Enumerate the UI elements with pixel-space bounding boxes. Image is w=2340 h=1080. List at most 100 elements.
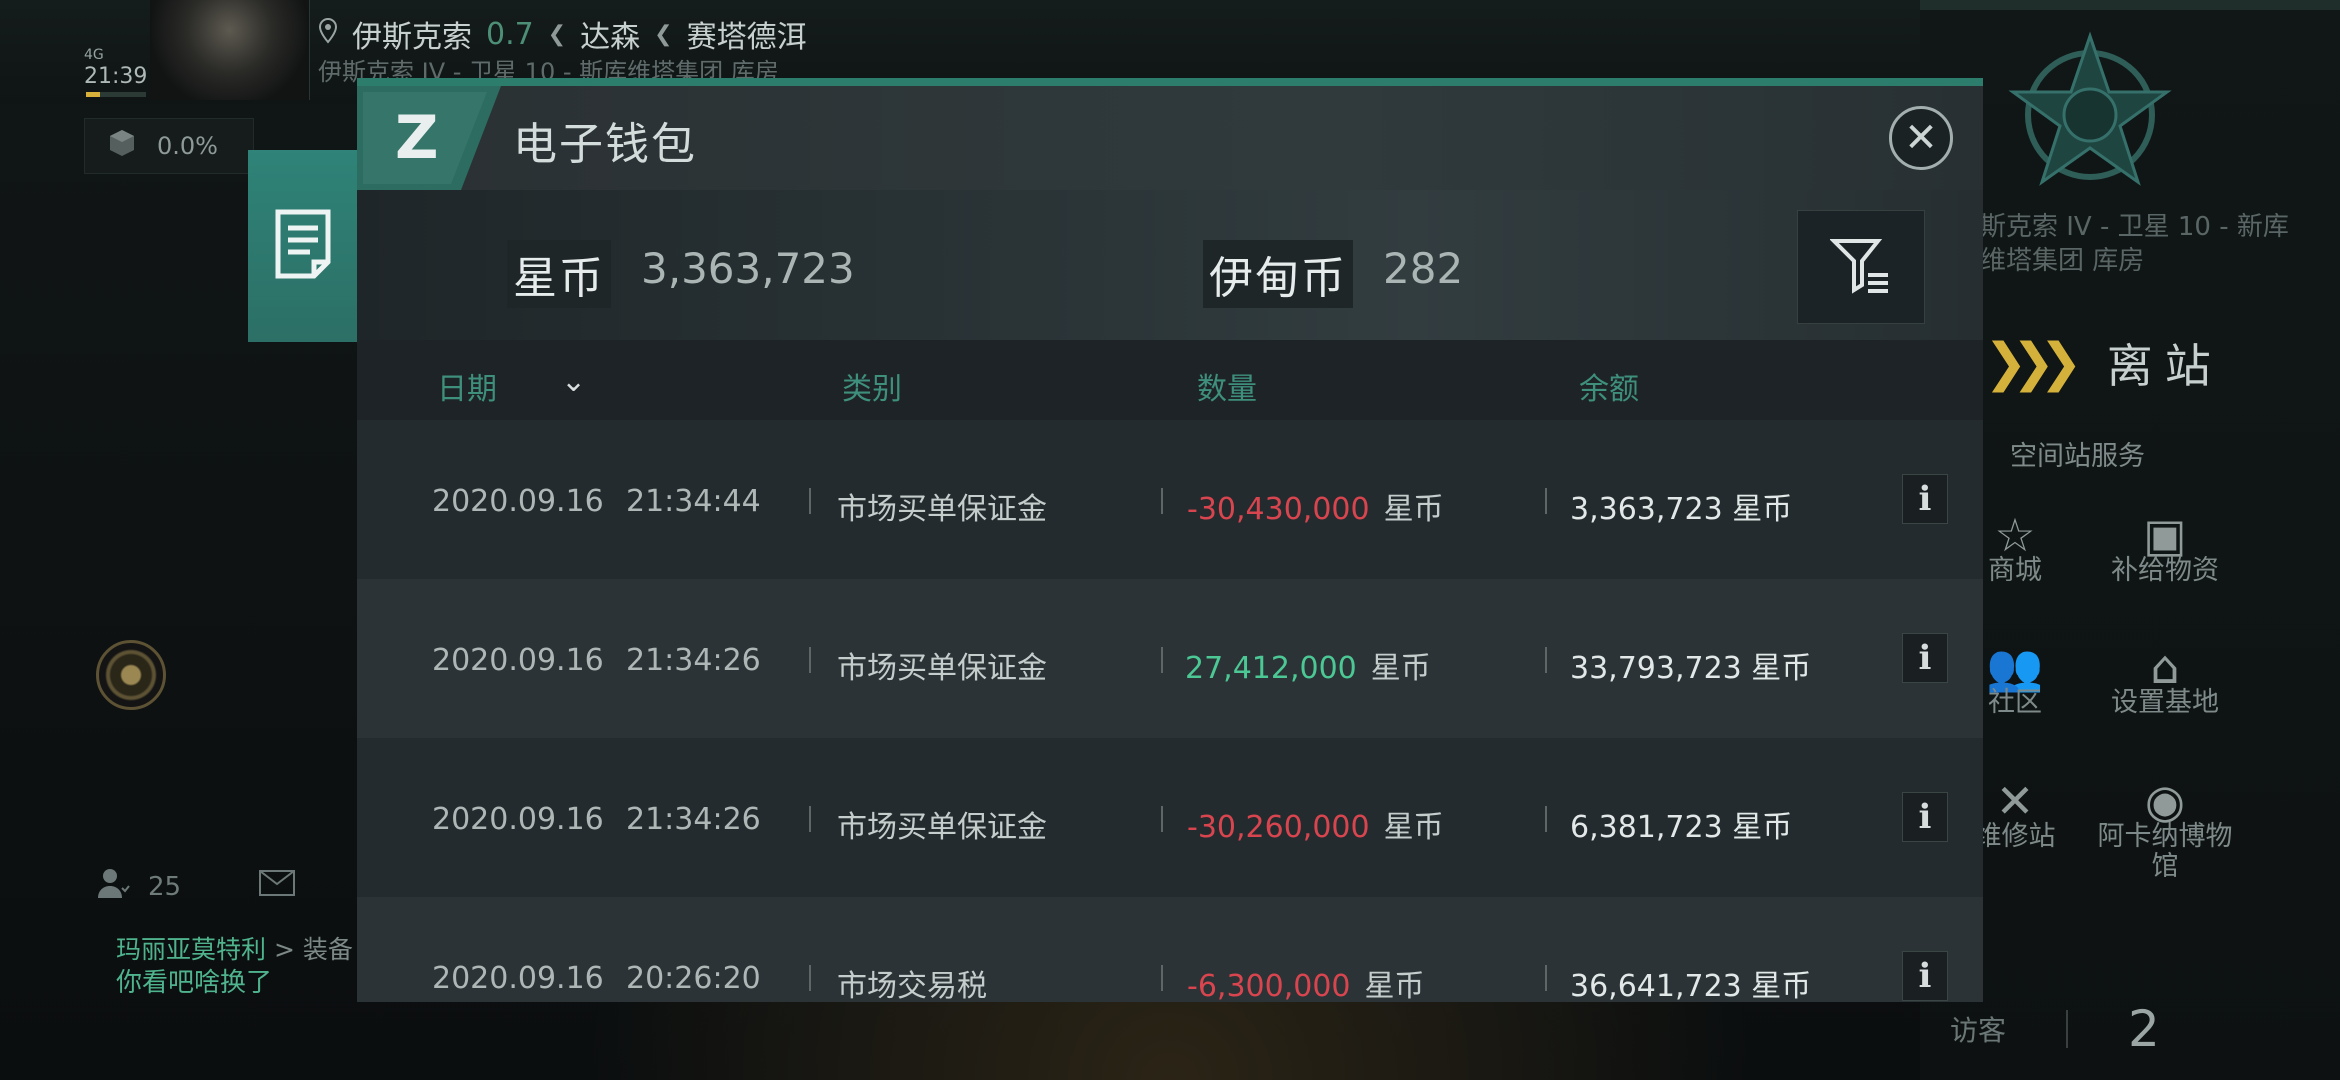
corporation-star-icon xyxy=(2005,30,2175,200)
undock-button[interactable]: ❯❯❯ 离站 xyxy=(1984,330,2223,396)
amount-unit: 星币 xyxy=(1383,492,1444,527)
amount-value: -6,300,000 xyxy=(1187,969,1351,1002)
supply-box-icon: ▣ xyxy=(2143,508,2187,562)
target-icon[interactable] xyxy=(96,640,166,710)
column-date[interactable]: 日期 xyxy=(437,364,497,408)
network-indicator: 4G xyxy=(84,47,104,63)
service-label: 补给物资 xyxy=(2111,555,2219,586)
filter-button[interactable] xyxy=(1797,210,1925,324)
info-button[interactable]: i xyxy=(1902,474,1948,524)
transactions-tab[interactable] xyxy=(248,150,358,342)
star-coin-label: 星币 xyxy=(507,240,611,308)
divider xyxy=(2066,1010,2069,1048)
chevron-left-icon: ❮ xyxy=(654,21,673,47)
amount-value: 27,412,000 xyxy=(1185,651,1357,686)
wallet-dialog: Z 电子钱包 ✕ 星币 3,363,723 伊甸币 282 日期 ⌄ 类别 数量… xyxy=(357,78,1983,1002)
row-category: 市场买单保证金 xyxy=(837,651,1047,686)
service-set-base[interactable]: ⌂ 设置基地 xyxy=(2090,640,2240,718)
security-status: 0.7 xyxy=(486,16,534,52)
divider xyxy=(1161,488,1163,514)
online-count: 25 xyxy=(148,871,182,902)
service-label: 商城 xyxy=(1988,555,2042,586)
chevron-left-icon: ❮ xyxy=(547,21,567,47)
visitors-count: 2 xyxy=(2128,1000,2160,1058)
location-breadcrumb[interactable]: 伊斯克索 0.7 ❮ 达森 ❮ 赛塔德洱 xyxy=(318,12,807,56)
service-museum[interactable]: ◉ 阿卡纳博物馆 xyxy=(2090,778,2240,882)
row-date: 2020.09.16 xyxy=(432,643,604,678)
divider xyxy=(1161,647,1163,673)
cargo-indicator[interactable]: 0.0% xyxy=(84,118,254,174)
divider xyxy=(1545,647,1547,673)
character-portrait[interactable] xyxy=(150,0,310,100)
device-status: 4G 21:39 xyxy=(84,44,154,88)
mail-icon[interactable] xyxy=(259,870,296,903)
table-row[interactable]: 2020.09.16 20:26:20 市场交易税 -6,300,000 星币 3… xyxy=(357,897,1983,1002)
cargo-cube-icon xyxy=(107,128,137,164)
row-time: 20:26:20 xyxy=(626,961,761,996)
info-button[interactable]: i xyxy=(1902,792,1948,842)
divider xyxy=(809,488,811,514)
system-name: 伊斯克索 xyxy=(352,20,472,55)
undock-label: 离站 xyxy=(2106,339,2223,393)
wallet-title: 电子钱包 xyxy=(513,119,697,170)
table-row[interactable]: 2020.09.16 21:34:26 市场买单保证金 27,412,000 星币… xyxy=(357,579,1983,738)
divider xyxy=(809,965,811,991)
info-button[interactable]: i xyxy=(1902,951,1948,1001)
person-icon xyxy=(96,866,130,907)
row-time: 21:34:26 xyxy=(626,802,761,837)
row-amount: 27,412,000 星币 xyxy=(1185,643,1431,687)
visitors-bar[interactable]: 访客 2 xyxy=(1950,1000,2160,1058)
row-category: 市场买单保证金 xyxy=(837,492,1047,527)
row-balance: 33,793,723 星币 xyxy=(1570,651,1812,686)
constellation-name: 达森 xyxy=(580,20,641,55)
row-time: 21:34:44 xyxy=(626,484,761,519)
row-balance: 3,363,723 星币 xyxy=(1570,492,1793,527)
undock-chevron-icon: ❯❯❯ xyxy=(1984,333,2083,393)
visitors-label: 访客 xyxy=(1950,1014,2007,1047)
document-icon xyxy=(274,208,332,284)
chevron-down-icon[interactable]: ⌄ xyxy=(561,364,586,399)
social-bar[interactable]: 25 xyxy=(96,866,296,907)
battery-bar xyxy=(86,92,146,97)
row-date: 2020.09.16 xyxy=(432,802,604,837)
row-date: 2020.09.16 xyxy=(432,961,604,996)
base-icon: ⌂ xyxy=(2150,640,2180,694)
station-name: 斯克索 IV - 卫星 10 - 新库维塔集团 库房 xyxy=(1980,212,2289,276)
divider xyxy=(1545,965,1547,991)
row-time: 21:34:26 xyxy=(626,643,761,678)
eden-coin-label: 伊甸币 xyxy=(1203,240,1353,308)
table-row[interactable]: 2020.09.16 21:34:44 市场买单保证金 -30,430,000 星… xyxy=(357,420,1983,579)
table-row[interactable]: 2020.09.16 21:34:26 市场买单保证金 -30,260,000 星… xyxy=(357,738,1983,897)
logo-letter: Z xyxy=(395,103,439,173)
chat-message[interactable]: 你看吧啥换了 xyxy=(116,962,272,999)
column-amount: 数量 xyxy=(1197,372,1257,407)
row-date: 2020.09.16 xyxy=(432,484,604,519)
services-title: 空间站服务 xyxy=(2010,441,2145,472)
row-balance: 6,381,723 星币 xyxy=(1570,810,1793,845)
chat-sender-name: 玛丽亚莫特利 xyxy=(116,935,267,964)
divider xyxy=(809,806,811,832)
info-button[interactable]: i xyxy=(1902,633,1948,683)
amount-unit: 星币 xyxy=(1364,969,1425,1002)
row-amount: -30,430,000 星币 xyxy=(1187,484,1444,528)
location-pin-icon xyxy=(318,17,338,52)
service-supplies[interactable]: ▣ 补给物资 xyxy=(2090,508,2240,586)
column-category: 类别 xyxy=(842,372,902,407)
row-category: 市场买单保证金 xyxy=(837,810,1047,845)
divider xyxy=(809,647,811,673)
amount-unit: 星币 xyxy=(1370,651,1431,686)
amount-value: -30,430,000 xyxy=(1187,492,1370,527)
clock: 21:39 xyxy=(84,64,148,89)
divider xyxy=(1161,806,1163,832)
row-amount: -6,300,000 星币 xyxy=(1187,961,1425,1002)
station-panel-topbar xyxy=(1920,0,2340,10)
row-amount: -30,260,000 星币 xyxy=(1187,802,1444,846)
star-coin-balance: 3,363,723 xyxy=(641,244,855,293)
divider xyxy=(1545,806,1547,832)
chat-sender[interactable]: 玛丽亚莫特利 > 装备 xyxy=(116,930,353,966)
divider xyxy=(1161,965,1163,991)
column-balance: 余额 xyxy=(1579,372,1639,407)
close-icon: ✕ xyxy=(1904,115,1938,161)
table-header: 日期 ⌄ 类别 数量 余额 xyxy=(357,340,1983,420)
close-button[interactable]: ✕ xyxy=(1889,106,1953,170)
